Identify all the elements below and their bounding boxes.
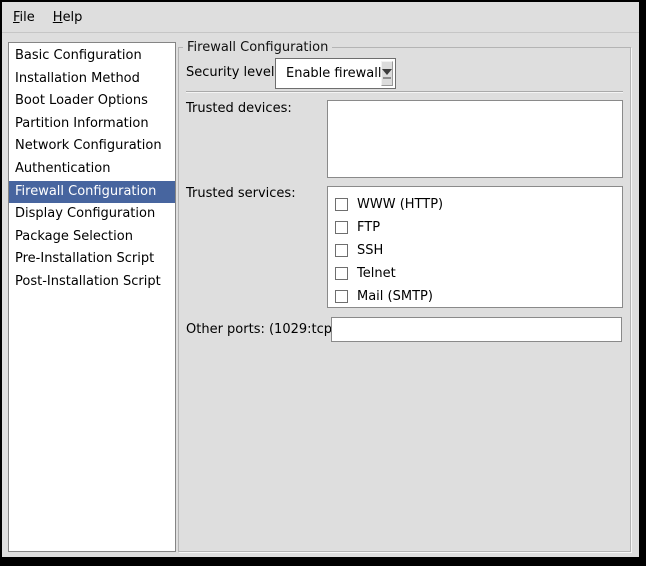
other-ports-input[interactable] xyxy=(331,317,622,342)
trusted-devices-list[interactable] xyxy=(327,100,623,178)
checkbox-ftp[interactable] xyxy=(335,221,348,234)
checkbox-ssh[interactable] xyxy=(335,244,348,257)
service-row-telnet[interactable]: Telnet xyxy=(328,262,622,285)
sidebar-item[interactable]: Basic Configuration xyxy=(9,45,175,68)
service-row-ftp[interactable]: FTP xyxy=(328,216,622,239)
dropdown-arrow-button[interactable] xyxy=(381,61,393,86)
sidebar-item[interactable]: Boot Loader Options xyxy=(9,90,175,113)
checkbox-telnet[interactable] xyxy=(335,267,348,280)
section-list: Basic Configuration Installation Method … xyxy=(8,42,176,552)
service-label: WWW (HTTP) xyxy=(357,197,443,212)
security-level-label: Security level: xyxy=(186,65,279,80)
sidebar-item[interactable]: Network Configuration xyxy=(9,135,175,158)
checkbox-mail-smtp[interactable] xyxy=(335,290,348,303)
menu-file[interactable]: File xyxy=(8,7,40,28)
service-label: Telnet xyxy=(357,266,396,281)
menu-file-label: ile xyxy=(20,10,35,25)
sidebar-item[interactable]: Installation Method xyxy=(9,68,175,91)
security-level-dropdown[interactable]: Enable firewall xyxy=(275,58,396,89)
service-label: FTP xyxy=(357,220,380,235)
sidebar-item[interactable]: Package Selection xyxy=(9,226,175,249)
menu-help-mnemonic: H xyxy=(53,10,63,25)
sidebar-item[interactable]: Firewall Configuration xyxy=(9,181,175,204)
menu-bar: File Help xyxy=(2,2,639,33)
service-row-ssh[interactable]: SSH xyxy=(328,239,622,262)
service-label: Mail (SMTP) xyxy=(357,289,433,304)
menu-help-label: elp xyxy=(63,10,83,25)
trusted-services-list: WWW (HTTP) FTP SSH Telnet Mail (SMTP) xyxy=(327,186,623,308)
sidebar-item[interactable]: Pre-Installation Script xyxy=(9,248,175,271)
sidebar-item[interactable]: Partition Information xyxy=(9,113,175,136)
other-ports-label: Other ports: (1029:tcp) xyxy=(186,322,337,337)
sidebar-item[interactable]: Authentication xyxy=(9,158,175,181)
service-row-mail-smtp[interactable]: Mail (SMTP) xyxy=(328,285,622,308)
kickstart-configurator-window: File Help Basic Configuration Installati… xyxy=(0,0,646,566)
trusted-services-label: Trusted services: xyxy=(186,186,296,201)
chevron-down-icon xyxy=(382,69,392,75)
sidebar-item[interactable]: Post-Installation Script xyxy=(9,271,175,294)
horizontal-separator xyxy=(186,91,623,93)
service-row-www-http[interactable]: WWW (HTTP) xyxy=(328,193,622,216)
checkbox-www-http[interactable] xyxy=(335,198,348,211)
trusted-devices-label: Trusted devices: xyxy=(186,101,292,116)
dropdown-indicator-line xyxy=(383,77,391,79)
frame-title: Firewall Configuration xyxy=(183,40,332,55)
section-list-items: Basic Configuration Installation Method … xyxy=(9,43,175,294)
security-level-value: Enable firewall xyxy=(276,66,381,81)
sidebar-item[interactable]: Display Configuration xyxy=(9,203,175,226)
menu-help[interactable]: Help xyxy=(48,7,88,28)
service-label: SSH xyxy=(357,243,383,258)
